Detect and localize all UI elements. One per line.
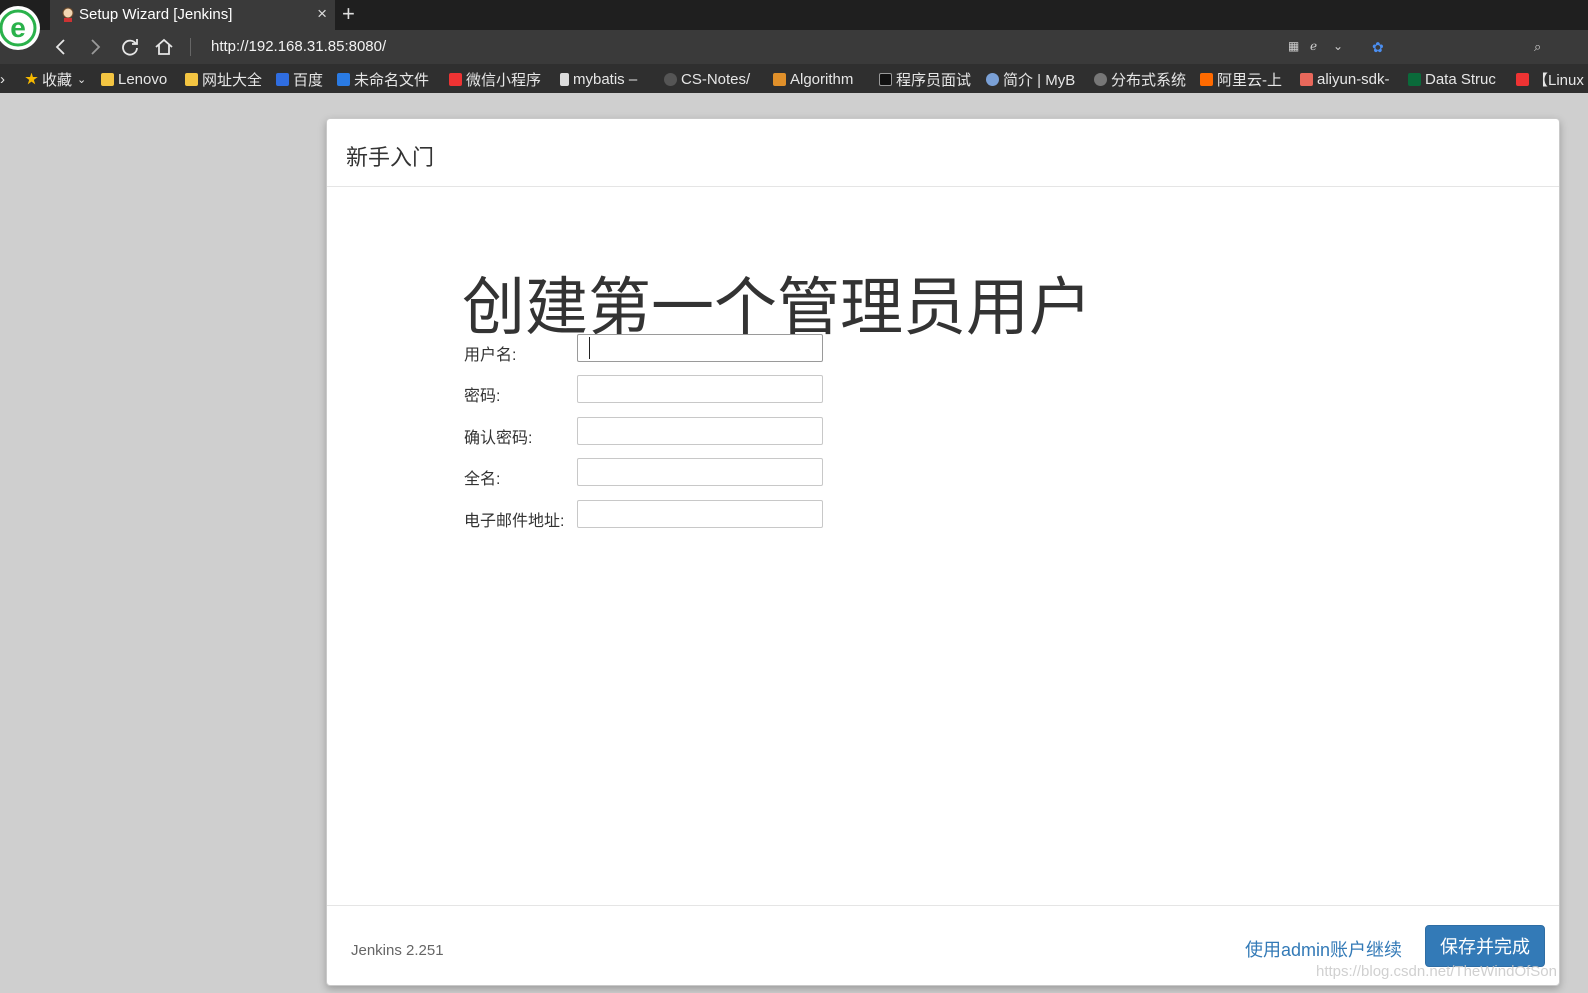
chevron-down-icon[interactable]: ⌄ [1333,39,1343,53]
qr-code-icon[interactable]: ▦ [1288,39,1299,53]
back-icon[interactable] [50,36,72,58]
forward-icon[interactable] [84,36,106,58]
tab-title: Setup Wizard [Jenkins] [79,6,233,23]
star-icon [25,72,38,85]
bookmarks-bar: › 收藏 ⌄ Lenovo 网址大全 百度 未命名文件 微信小程序 mybatis… [0,64,1588,93]
fullname-label: 全名: [464,471,501,488]
jenkins-version: Jenkins 2.251 [351,942,444,959]
bookmark-item[interactable]: 简介 | MyB [986,70,1086,88]
globe-icon [1094,72,1107,86]
bookmark-item[interactable]: 阿里云-上 [1200,70,1300,88]
password-row: 密码: [464,375,864,405]
bookmark-item[interactable]: 程序员面试 [879,70,979,88]
processon-icon [337,72,350,86]
password-label: 密码: [464,388,501,405]
aliyun-icon [1200,72,1213,86]
usf-icon [1408,72,1421,86]
bookmark-item[interactable]: 【Linux [1516,70,1588,88]
text-caret [589,337,590,359]
username-row: 用户名: [464,334,864,364]
watermark: https://blog.csdn.net/TheWindOfSon [1316,963,1557,980]
fullname-row: 全名: [464,458,864,488]
baidu-paw-icon[interactable]: ✿ [1372,39,1384,56]
confirm-password-input[interactable] [577,417,823,445]
bookmark-item[interactable]: 收藏 ⌄ [25,70,95,88]
browser-toolbar: http://192.168.31.85:8080/ ▦ ℯ ⌄ ✿ ⌕ [0,30,1588,64]
jianshu-icon [1300,72,1313,86]
algorithm-icon [773,72,786,86]
continue-as-admin-link[interactable]: 使用admin账户继续 [1245,936,1402,962]
bookmark-item[interactable]: 百度 [276,70,331,88]
tab-close-icon[interactable]: × [317,4,327,24]
github-icon [664,72,677,86]
bookmark-item[interactable]: 未命名文件 [337,70,432,88]
dialog-title: 新手入门 [346,145,435,170]
ie-mode-icon[interactable]: ℯ [1310,39,1317,53]
browser-tab[interactable]: Setup Wizard [Jenkins] × [50,0,335,30]
fullname-input[interactable] [577,458,823,486]
jenkins-favicon-icon [62,7,74,22]
search-icon[interactable]: ⌕ [1534,39,1541,55]
bookmark-item[interactable]: CS-Notes/ [664,70,764,88]
page-icon [879,72,892,86]
bookmarks-overflow-icon[interactable]: › [0,70,10,88]
bookmark-item[interactable]: Algorithm [773,70,873,88]
bookmark-item[interactable]: Lenovo [101,70,181,88]
bird-icon [986,72,999,86]
confirm-password-row: 确认密码: [464,417,864,447]
svg-text:e: e [10,12,26,43]
folder-icon [185,72,198,86]
bookmark-item[interactable]: 微信小程序 [449,70,549,88]
reload-icon[interactable] [119,36,141,58]
bookmark-item[interactable]: 分布式系统 [1094,70,1194,88]
username-label: 用户名: [464,347,517,364]
new-tab-button[interactable]: + [342,1,355,27]
bookmark-item[interactable]: Data Struc [1408,70,1508,88]
email-input[interactable] [577,500,823,528]
save-and-finish-button[interactable]: 保存并完成 [1425,925,1545,967]
browser-logo-icon[interactable]: e [0,0,40,56]
setup-wizard-dialog: 新手入门 创建第一个管理员用户 用户名: 密码: 确认密码: 全名: 电子邮件地… [326,118,1560,986]
dialog-header: 新手入门 [327,119,1559,187]
page-icon [560,72,569,86]
home-icon[interactable] [153,36,175,58]
username-input[interactable] [577,334,823,362]
browser-title-bar: Setup Wizard [Jenkins] × + [0,0,1588,30]
csdn-icon [1516,72,1529,86]
folder-icon [101,72,114,86]
bookmark-item[interactable]: mybatis – [560,70,652,88]
confirm-password-label: 确认密码: [464,430,533,447]
email-label: 电子邮件地址: [464,513,565,530]
bookmark-item[interactable]: 网址大全 [185,70,265,88]
bookmark-item[interactable]: aliyun-sdk- [1300,70,1400,88]
baidu-icon [276,72,289,86]
address-bar[interactable]: http://192.168.31.85:8080/ [211,38,386,55]
csdn-icon [449,72,462,86]
url-separator [190,38,191,56]
password-input[interactable] [577,375,823,403]
email-row: 电子邮件地址: [464,500,864,530]
